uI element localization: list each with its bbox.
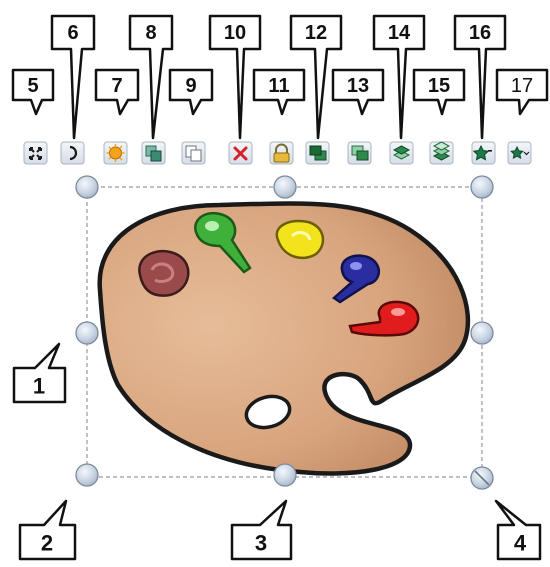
toolbar [23,141,532,165]
palette-image[interactable] [97,201,471,476]
annotated-screenshot: 5 6 7 8 9 10 11 12 13 14 15 16 17 1 2 3 … [11,14,549,561]
callout-17: 17 [495,68,549,116]
send-backward-icon [432,141,451,161]
callout-6: 6 [50,14,96,140]
favorite-add-button[interactable] [471,141,496,165]
callout-number: 7 [111,75,122,97]
callout-2: 2 [18,499,77,561]
callout-9: 9 [168,68,214,116]
resize-handle[interactable] [470,466,494,490]
callout-7: 7 [94,68,140,116]
send-to-back-button[interactable] [347,141,372,165]
callout-15: 15 [412,68,466,116]
favorite-menu-button[interactable] [507,141,532,165]
brown-paint-blob [138,249,190,297]
callout-10: 10 [208,14,262,140]
middle-right-handle[interactable] [470,321,494,345]
callout-number: 17 [511,75,533,97]
clone-button[interactable] [141,141,166,165]
callout-5: 5 [11,68,55,116]
callout-13: 13 [331,68,385,116]
callout-number: 6 [67,22,78,44]
send-backward-button[interactable] [429,141,454,165]
callout-number: 15 [428,75,450,97]
callout-number: 16 [469,22,491,44]
top-center-handle[interactable] [273,175,297,199]
callout-number: 11 [268,75,289,97]
bring-forward-button[interactable] [389,141,414,165]
callout-number: 12 [305,22,327,44]
callout-number: 3 [255,531,267,556]
callout-11: 11 [252,68,306,116]
middle-left-handle[interactable] [75,321,99,345]
callout-number: 2 [41,531,53,556]
sun-effect-button[interactable] [103,141,128,165]
callout-number: 9 [185,75,196,97]
bring-to-front-button[interactable] [305,141,330,165]
callout-3: 3 [230,499,293,561]
delete-button[interactable] [228,141,253,165]
callout-number: 8 [145,22,156,44]
bottom-left-handle[interactable] [75,463,99,487]
callout-number: 1 [33,374,45,399]
fullscreen-button[interactable] [23,141,48,165]
bottom-center-handle[interactable] [273,463,297,487]
top-left-handle[interactable] [75,175,99,199]
callout-4: 4 [494,499,542,561]
rotate-button[interactable] [60,141,85,165]
callout-number: 4 [514,531,527,556]
callout-number: 5 [27,75,38,97]
callout-1: 1 [12,342,67,404]
callout-number: 14 [388,22,411,44]
lock-button[interactable] [269,141,294,165]
callout-number: 10 [224,22,246,44]
top-right-handle[interactable] [470,175,494,199]
copy-button[interactable] [181,141,206,165]
callout-number: 13 [347,75,369,97]
